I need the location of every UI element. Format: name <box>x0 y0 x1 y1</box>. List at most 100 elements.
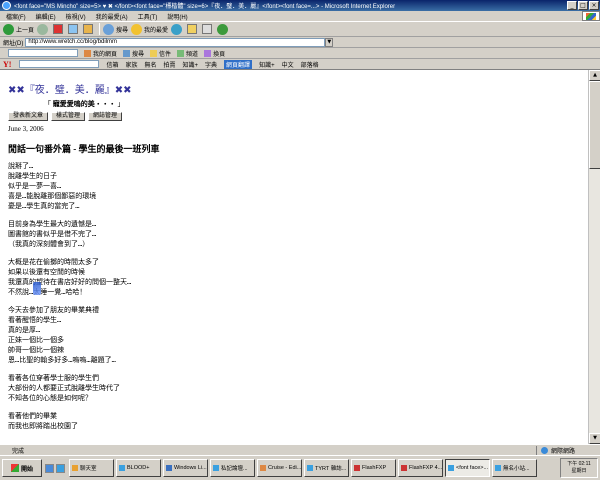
task-button[interactable]: 聊天室 <box>69 459 114 477</box>
scroll-thumb[interactable] <box>589 81 600 169</box>
links-search-input[interactable] <box>8 49 78 57</box>
favorites-label: 我的最愛 <box>144 27 169 34</box>
menu-file[interactable]: 檔案(F) <box>6 12 26 21</box>
search-label: 搜尋 <box>116 27 129 34</box>
new-post-button[interactable]: 發表新文章 <box>8 112 49 121</box>
menu-tools[interactable]: 工具(T) <box>138 12 158 21</box>
task-label: Cruise - Edi... <box>268 465 302 471</box>
scroll-up-icon[interactable]: ▲ <box>589 70 600 81</box>
link-channel[interactable]: 頻道 <box>177 49 198 58</box>
post-line: 帥哥一個比一個辣 <box>8 346 64 354</box>
yahoo-item-auction[interactable]: 拍賣 <box>164 60 176 69</box>
favorites-button[interactable]: 我的最愛 <box>131 23 168 36</box>
task-button[interactable]: BLOOD+ <box>116 459 161 477</box>
link-mail-label: 信件 <box>159 51 172 58</box>
menu-favorites[interactable]: 我的最愛(A) <box>96 12 128 21</box>
blog-subtitle-text: 寵愛愛嗚的美‧‧‧ <box>52 100 116 108</box>
yahoo-item-chinese[interactable]: 中文 <box>282 60 294 69</box>
link-change-page[interactable]: 換頁 <box>204 49 225 58</box>
address-input[interactable]: http://www.wretch.cc/blog/bdilmm <box>25 37 326 47</box>
task-label: <font face>... <box>456 465 489 471</box>
quick-launch <box>45 463 67 473</box>
post-line: 恩…比聖的翰多好多…嗚嗚…離題了… <box>8 356 116 364</box>
menu-help[interactable]: 說明(H) <box>167 12 187 21</box>
blog-manage-button[interactable]: 網誌管理 <box>88 112 123 121</box>
style-manage-button[interactable]: 樣式管理 <box>51 112 86 121</box>
yahoo-item-blog[interactable]: 部落格 <box>301 60 319 69</box>
back-arrow-icon <box>3 23 14 35</box>
links-search-field[interactable] <box>6 49 78 57</box>
yahoo-item-wretch[interactable]: 無名 <box>144 60 156 69</box>
page-icon <box>84 49 91 57</box>
yahoo-item-family[interactable]: 家族 <box>125 60 137 69</box>
menu-edit[interactable]: 編輯(E) <box>36 12 56 21</box>
mouse-cursor-icon <box>33 282 41 295</box>
blog-title[interactable]: ✖✖『夜．璧．美．麗』✖✖ <box>8 81 132 96</box>
refresh-button[interactable] <box>68 23 80 36</box>
yahoo-item-translate[interactable]: 網頁翻譯 <box>224 59 253 69</box>
post-line: 喜是…能脫離那個鄙惡的環境 <box>8 192 97 200</box>
task-button-active[interactable]: <font face>... <box>445 459 490 477</box>
media-button[interactable] <box>171 23 184 36</box>
search-button[interactable]: 搜尋 <box>103 23 128 36</box>
task-button[interactable]: 無名小站... <box>492 459 537 477</box>
task-label: 無名小站... <box>503 466 530 472</box>
channel-icon <box>177 49 185 57</box>
task-app-icon <box>307 465 313 471</box>
minimize-button[interactable]: _ <box>567 1 577 10</box>
mail-icon <box>187 24 198 34</box>
print-button[interactable] <box>202 23 214 36</box>
post-line: 如果以後還有空閒的時候 <box>8 268 85 276</box>
task-button[interactable]: 私記論壇... <box>210 459 255 477</box>
task-label: TYRT 雜誌... <box>315 466 347 472</box>
envelope-icon <box>150 49 158 57</box>
post-line: 大部份的人都要正式脫離學生時代了 <box>8 384 120 392</box>
task-button[interactable]: Windows Li... <box>163 459 208 477</box>
history-button[interactable] <box>187 23 199 36</box>
yahoo-logo[interactable]: Y! <box>3 60 11 69</box>
task-label: BLOOD+ <box>127 465 150 471</box>
back-button[interactable]: 上一頁 <box>3 23 34 36</box>
forward-button[interactable] <box>37 23 50 36</box>
link-search[interactable]: 搜尋 <box>123 49 144 58</box>
link-mail[interactable]: 信件 <box>150 49 171 58</box>
link-my-page[interactable]: 我的網頁 <box>84 49 117 58</box>
start-button[interactable]: 開始 <box>2 459 42 477</box>
desktop-icon[interactable] <box>45 463 54 473</box>
ie-quicklaunch-icon[interactable] <box>56 463 65 473</box>
yahoo-item-knowledge-2[interactable]: 知識+ <box>259 60 275 69</box>
scroll-down-icon[interactable]: ▼ <box>589 433 600 444</box>
close-button[interactable]: × <box>589 1 599 10</box>
blog-admin-buttons: 發表新文章 樣式管理 網誌管理 <box>8 112 125 121</box>
menu-view[interactable]: 檢視(V) <box>66 12 86 21</box>
post-line: 而我也即將踏出校園了 <box>8 422 78 430</box>
task-app-icon <box>166 465 172 471</box>
maximize-button[interactable]: □ <box>578 1 588 10</box>
post-line: 說掰了… <box>8 162 34 170</box>
link-search-label: 搜尋 <box>132 51 145 58</box>
yahoo-item-dictionary[interactable]: 字典 <box>205 60 217 69</box>
yahoo-item-mail[interactable]: 信箱 <box>106 60 118 69</box>
task-app-icon <box>213 465 219 471</box>
post-title[interactable]: 閒話一句番外篇 - 學生的最後一班列車 <box>8 142 160 155</box>
address-dropdown-icon[interactable]: ▼ <box>325 37 334 47</box>
window-title: <font face="MS Mincho" size=5> ♥ ✖ </fon… <box>14 4 396 10</box>
media-icon <box>171 23 183 35</box>
home-button[interactable] <box>83 23 95 36</box>
system-tray-clock[interactable]: 下午 02:11 星期日 <box>560 458 598 478</box>
yahoo-item-knowledge[interactable]: 知識+ <box>183 60 199 69</box>
task-button[interactable]: FlashFXP <box>351 459 396 477</box>
stop-button[interactable] <box>53 23 65 36</box>
task-button[interactable]: FlashFXP 4... <box>398 459 443 477</box>
address-bar: 網址(D) http://www.wretch.cc/blog/bdilmm ▼ <box>0 37 600 48</box>
task-button[interactable]: TYRT 雜誌... <box>304 459 349 477</box>
messenger-button[interactable] <box>217 23 230 36</box>
yahoo-search-input[interactable] <box>19 60 100 68</box>
task-button[interactable]: Cruise - Edi... <box>257 459 302 477</box>
vertical-scrollbar[interactable]: ▲ ▼ <box>588 70 600 444</box>
blog-subtitle: 「 寵愛愛嗚的美‧‧‧ 」 <box>44 100 125 108</box>
